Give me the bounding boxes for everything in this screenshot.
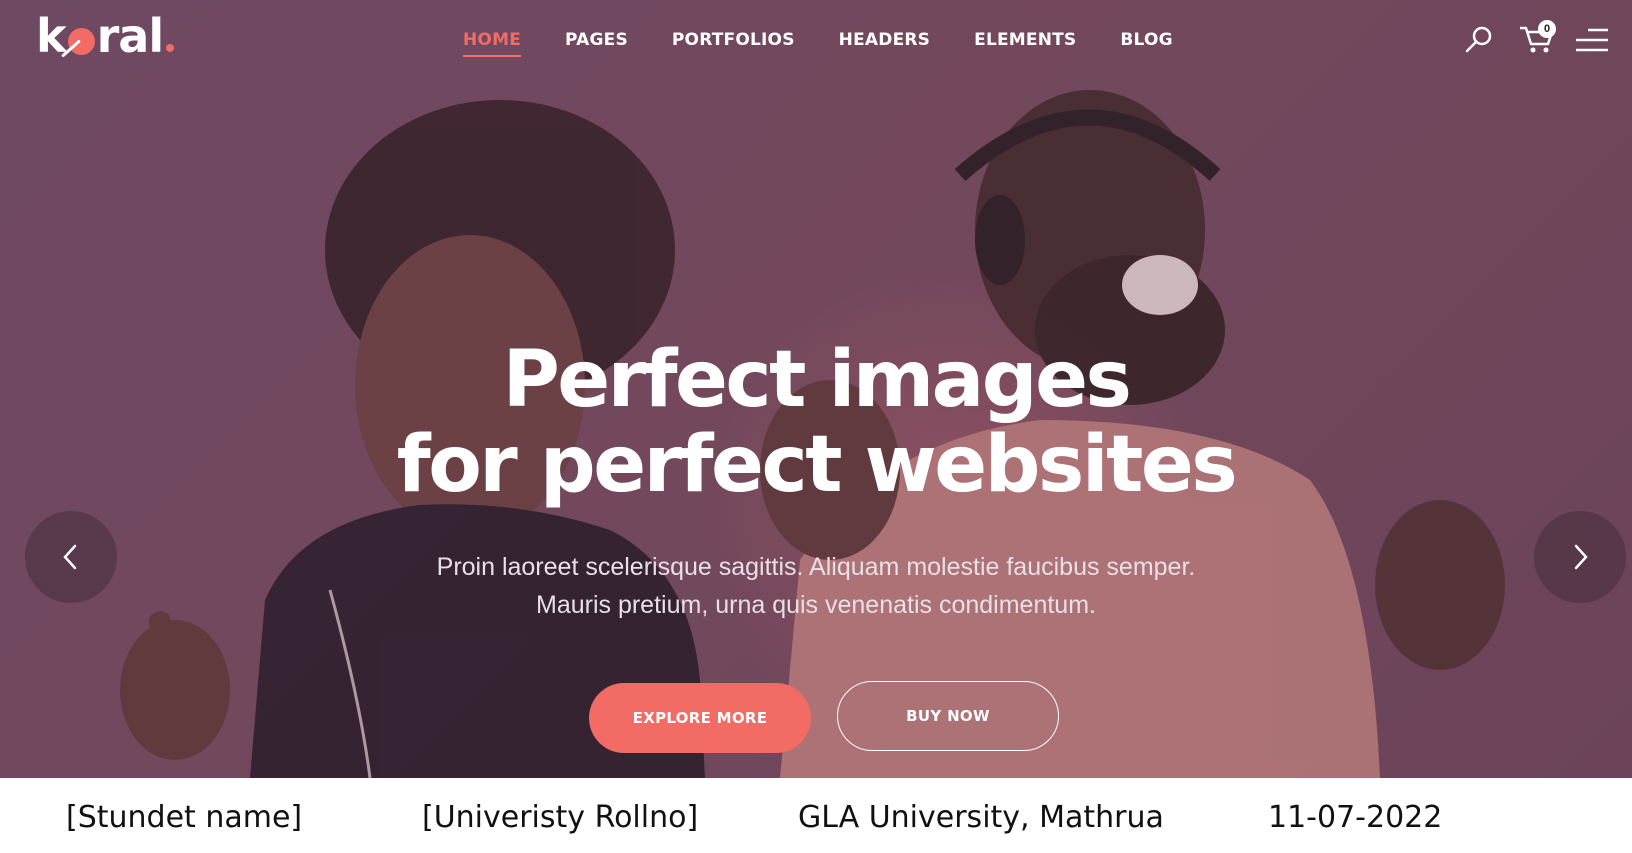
roll-number: [Univeristy Rollno]: [422, 800, 699, 835]
explore-more-button[interactable]: EXPLORE MORE: [589, 683, 811, 753]
hero-headline-line1: Perfect images: [502, 335, 1132, 425]
student-name: [Stundet name]: [66, 800, 303, 835]
university-name: GLA University, Mathrua: [798, 800, 1164, 835]
info-strip: [Stundet name] [Univeristy Rollno] GLA U…: [0, 778, 1632, 853]
search-icon[interactable]: [1464, 24, 1494, 54]
nav-item-home[interactable]: HOME: [463, 28, 522, 57]
date-text: 11-07-2022: [1268, 800, 1443, 835]
logo-o-mark: [67, 28, 95, 55]
chevron-left-icon: [63, 544, 77, 570]
nav-item-headers[interactable]: HEADERS: [839, 28, 930, 52]
nav-item-elements[interactable]: ELEMENTS: [974, 28, 1076, 52]
hero-headline-line2: for perfect websites: [396, 420, 1238, 510]
slider-next-button[interactable]: [1534, 511, 1626, 603]
hero-subtext-line1: Proin laoreet scelerisque sagittis. Aliq…: [436, 553, 1196, 581]
brand-logo[interactable]: k ral: [36, 8, 175, 64]
hero-subtext-line2: Mauris pretium, urna quis venenatis cond…: [536, 591, 1096, 619]
nav-item-pages[interactable]: PAGES: [565, 28, 628, 52]
chevron-right-icon: [1574, 544, 1588, 570]
menu-icon[interactable]: [1574, 27, 1610, 53]
cart-count-badge: 0: [1538, 20, 1556, 38]
buy-now-button[interactable]: BUY NOW: [837, 681, 1059, 751]
main-nav: HOME PAGES PORTFOLIOS HEADERS ELEMENTS B…: [463, 28, 1217, 57]
hero-slider: k ral HOME PAGES PORTFOLIOS HEADERS ELEM…: [0, 0, 1632, 778]
nav-item-portfolios[interactable]: PORTFOLIOS: [672, 28, 795, 52]
logo-text-end: ral: [96, 9, 164, 63]
nav-item-blog[interactable]: BLOG: [1120, 28, 1172, 52]
logo-dot: [166, 44, 175, 52]
slider-prev-button[interactable]: [25, 511, 117, 603]
